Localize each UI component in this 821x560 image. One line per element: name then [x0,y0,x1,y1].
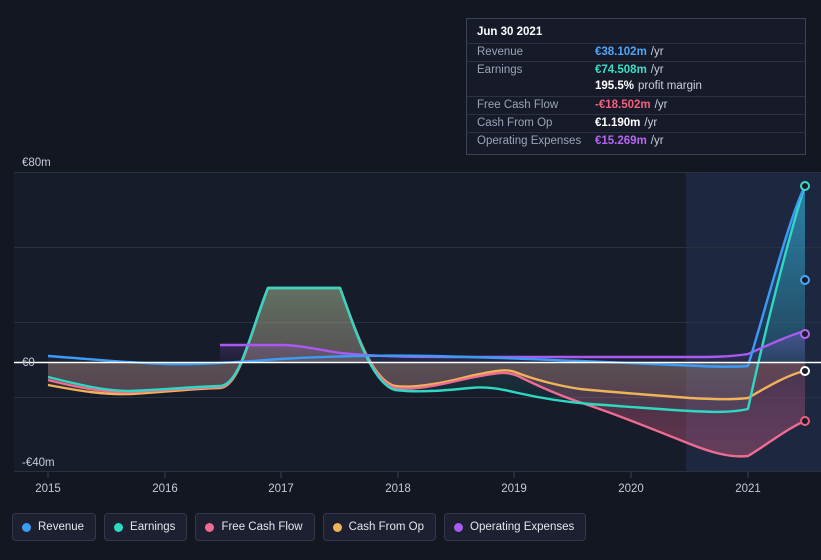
tooltip-value-revenue: €38.102m [595,46,647,58]
svg-text:2019: 2019 [501,483,527,495]
legend-label-operating-expenses: Operating Expenses [470,521,575,533]
tooltip-row-operating-expenses: Operating Expenses €15.269m /yr [467,132,805,150]
tooltip-value-earnings: €74.508m [595,64,647,76]
svg-text:2016: 2016 [152,483,178,495]
tooltip-label-revenue: Revenue [477,46,524,58]
tooltip-value-free-cash-flow: -€18.502m [595,99,651,111]
tooltip-unit-revenue: /yr [650,46,664,58]
svg-text:2018: 2018 [385,483,411,495]
y-axis-top-label: €80m [22,157,51,169]
tooltip-unit-earnings: /yr [650,64,664,76]
tooltip-label-cash-from-op: Cash From Op [477,117,553,129]
chart-page: 2015 2016 2017 2018 2019 2020 2021 €80m … [0,0,821,560]
tooltip-date: Jun 30 2021 [477,26,543,38]
tooltip-label-operating-expenses: Operating Expenses [477,135,582,147]
svg-text:2021: 2021 [735,483,761,495]
svg-text:2020: 2020 [618,483,644,495]
legend-dot-operating-expenses [454,522,464,532]
legend-label-cash-from-op: Cash From Op [348,521,425,533]
tooltip-value-operating-expenses: €15.269m [595,135,647,147]
tooltip-row-free-cash-flow: Free Cash Flow -€18.502m /yr [467,96,805,114]
x-axis-ticks [47,472,749,478]
legend-label-earnings: Earnings [130,521,176,533]
tooltip-row-cash-from-op: Cash From Op €1.190m /yr [467,114,805,132]
chart-legend: Revenue Earnings Free Cash Flow Cash Fro… [12,513,587,541]
tooltip-unit-operating-expenses: /yr [650,135,664,147]
tooltip-row-revenue: Revenue €38.102m /yr [467,43,805,61]
tooltip-label-earnings: Earnings [477,64,523,76]
tooltip-unit-cash-from-op: /yr [644,117,658,129]
legend-item-operating-expenses[interactable]: Operating Expenses [444,513,587,541]
legend-item-cash-from-op[interactable]: Cash From Op [322,513,437,541]
tooltip-label-profit-margin-spacer [477,80,595,92]
tooltip-row-profit-margin: 195.5% profit margin [467,79,805,96]
legend-dot-cash-from-op [332,522,342,532]
svg-text:2017: 2017 [268,483,294,495]
tooltip-value-profit-margin: 195.5% [595,80,635,92]
tooltip-row-earnings: Earnings €74.508m /yr [467,61,805,79]
legend-item-earnings[interactable]: Earnings [104,513,188,541]
y-axis-zero-label: €0 [22,357,35,369]
legend-dot-earnings [114,522,124,532]
tooltip-unit-free-cash-flow: /yr [654,99,668,111]
legend-label-revenue: Revenue [38,521,85,533]
legend-dot-free-cash-flow [205,522,215,532]
tooltip-note-profit-margin: profit margin [638,80,702,92]
legend-item-free-cash-flow[interactable]: Free Cash Flow [195,513,315,541]
legend-label-free-cash-flow: Free Cash Flow [221,521,303,533]
y-axis-bottom-label: -€40m [22,457,55,469]
tooltip-label-free-cash-flow: Free Cash Flow [477,99,559,111]
legend-item-revenue[interactable]: Revenue [12,513,97,541]
x-axis-labels: 2015 2016 2017 2018 2019 2020 2021 [35,483,761,495]
legend-dot-revenue [22,522,31,532]
svg-text:2015: 2015 [35,483,61,495]
chart-tooltip: Jun 30 2021 Revenue €38.102m /yr Earning… [466,18,806,155]
tooltip-value-cash-from-op: €1.190m [595,117,641,129]
